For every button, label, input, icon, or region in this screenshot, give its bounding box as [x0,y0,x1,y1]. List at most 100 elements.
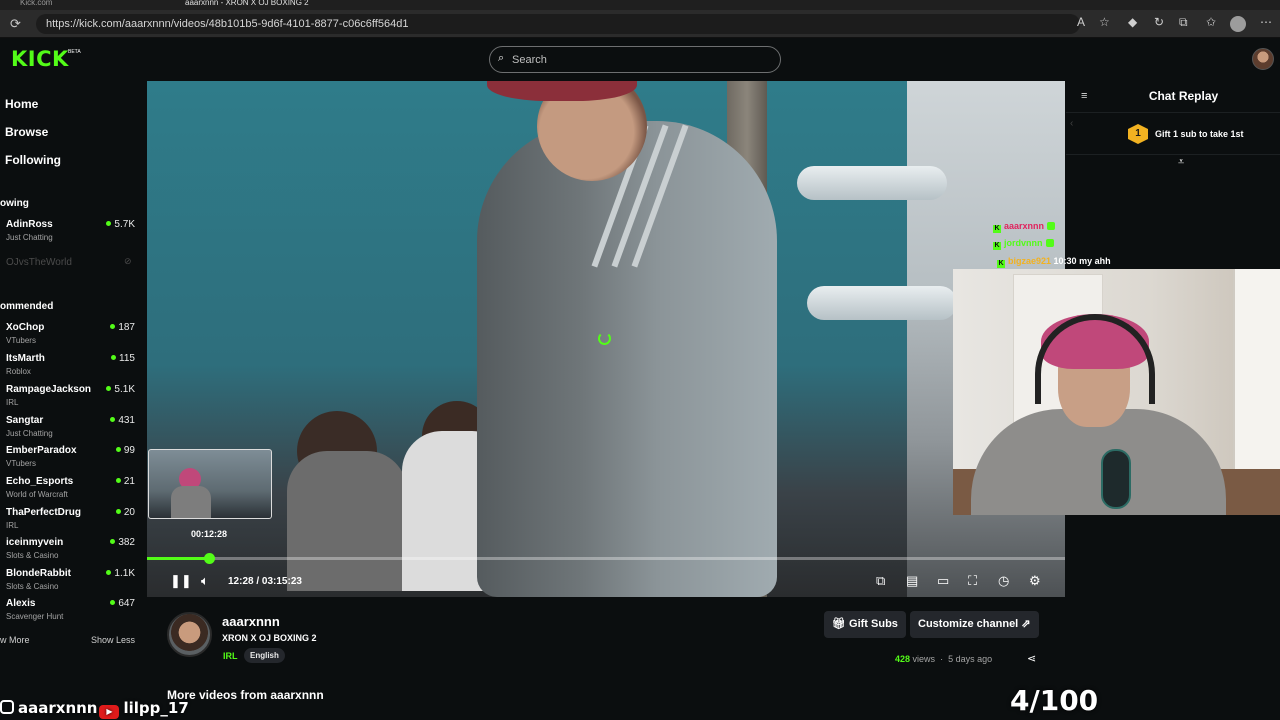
sidebar-channel-name-offline[interactable]: OJvsTheWorld [6,257,72,268]
sidebar-channel-category: Roblox [6,367,31,376]
channel-avatar[interactable] [167,612,212,657]
favorite-star-icon[interactable]: ☆ [1099,15,1110,29]
sidebar-channel-viewers: 187 [95,322,135,333]
sidebar-channel-name[interactable]: ThaPerfectDrug [6,507,81,518]
channel-name[interactable]: aaarxnnn [222,614,280,629]
sub-badge-icon [1045,239,1054,247]
offline-icon: ⊘ [124,256,132,266]
gift-icon: 🎁︎ [832,618,850,630]
user-avatar[interactable] [1252,48,1274,70]
live-dot-icon [110,417,116,422]
sidebar-channel-name[interactable]: Echo_Esports [6,476,73,487]
sidebar-channel-name[interactable]: Sangtar [6,415,43,426]
browser-tab-active[interactable]: aaarxnnn - XRON X OJ BOXING 2 [185,0,315,10]
video-player[interactable] [147,81,1065,597]
playback-speed-icon[interactable]: ◷ [998,573,1009,589]
sidebar-channel-name[interactable]: AdinRoss [6,219,53,230]
volume-icon[interactable]: 🔈︎ [201,573,209,589]
chevron-left-icon[interactable]: ‹ [1070,118,1073,129]
chat-username[interactable]: bigzae921 [1008,256,1051,266]
sidebar-channel-name[interactable]: XoChop [6,322,44,333]
kick-logo[interactable]: KICK [11,47,69,71]
chat-message: Kaaarxnnn [993,221,1056,233]
chat-message: Kjordvnnn [993,238,1054,250]
chat-username[interactable]: jordvnnn [1004,238,1043,248]
extension-icon[interactable]: ◆ [1128,15,1137,29]
theater-mode-icon[interactable]: ▭ [937,573,949,589]
sidebar-channel-category: Scavenger Hunt [6,612,64,621]
sidebar-item-home[interactable]: Home [5,97,38,111]
goal-counter: 4/100 [1010,684,1099,717]
expand-leaderboard-icon[interactable]: ⩡ [1178,156,1184,169]
live-dot-icon [106,221,112,226]
address-bar-url[interactable]: https://kick.com/aaarxnnn/videos/48b101b… [46,18,408,30]
browser-tab[interactable]: Kick.com [20,0,140,10]
more-menu-icon[interactable]: ⋯ [1260,15,1272,29]
webcam-shelf [1233,269,1280,469]
recommended-section-title: ommended [0,301,54,312]
sidebar-channel-name[interactable]: RampageJackson [6,384,91,395]
sidebar-channel-category: VTubers [6,459,36,468]
seek-bar[interactable] [147,557,1065,560]
player-time: 12:28 / 03:15:23 [228,576,302,587]
sidebar-channel-category: VTubers [6,336,36,345]
pause-icon[interactable]: ❚❚ [170,573,192,589]
fullscreen-icon[interactable]: ⛶ [968,573,977,589]
live-dot-icon [110,600,116,605]
sidebar-channel-category: Just Chatting [6,233,53,242]
sidebar-channel-name[interactable]: iceinmyvein [6,537,63,548]
settings-gear-icon[interactable]: ⚙ [1029,573,1041,589]
preview-figure [171,486,211,518]
video-scene-roll [807,286,957,320]
sidebar-channel-name[interactable]: BlondeRabbit [6,568,71,579]
search-icon: ⌕ [498,52,505,64]
video-scene-roll [797,166,947,200]
following-section-title: owing [0,198,29,209]
sidebar-channel-category: Slots & Casino [6,582,59,591]
sidebar-channel-name[interactable]: Alexis [6,598,35,609]
favorites-icon[interactable]: ✩ [1206,15,1216,29]
show-more-link[interactable]: w More [0,635,30,645]
chat-divider [1066,154,1280,155]
sidebar-channel-viewers: 5.7K [95,219,135,230]
chat-divider [1066,112,1280,113]
live-dot-icon [111,355,117,360]
sidebar-channel-viewers: 382 [95,537,135,548]
seek-bar-handle[interactable] [204,553,215,564]
language-tag[interactable]: English [244,648,285,663]
collections-icon[interactable]: ⧉ [1179,15,1188,30]
category-link[interactable]: IRL [223,651,238,661]
show-less-link[interactable]: Show Less [91,635,135,645]
profile-icon[interactable] [1230,16,1246,32]
chat-username[interactable]: aaarxnnn [1004,221,1044,231]
refresh-icon[interactable]: ⟳ [10,16,21,32]
customize-channel-button[interactable]: Customize channel ⇗ [910,611,1039,638]
chat-message: Kbigzae921 10:30 my ahh [997,256,1111,268]
refresh-extension-icon[interactable]: ↻ [1154,15,1164,29]
sidebar-channel-viewers: 99 [95,445,135,456]
share-icon[interactable]: ⋖ [1027,652,1036,665]
more-videos-heading: More videos from aaarxnnn [167,688,324,702]
sidebar-channel-name[interactable]: EmberParadox [6,445,77,456]
gift-subs-button[interactable]: 🎁︎ Gift Subs [824,611,906,638]
collapse-chat-icon[interactable]: ≡ [1081,90,1087,102]
sidebar-channel-name[interactable]: ItsMarth [6,353,45,364]
read-aloud-icon[interactable]: A [1077,15,1085,29]
live-dot-icon [106,570,112,575]
sidebar-channel-viewers: 431 [95,415,135,426]
chat-text: 10:30 my ahh [1053,256,1111,266]
sidebar-channel-category: Just Chatting [6,429,53,438]
youtube-icon: ▶ [99,705,120,719]
sidebar-channel-viewers: 647 [95,598,135,609]
live-dot-icon [110,539,116,544]
gift-leaderboard-text[interactable]: Gift 1 sub to take 1st [1155,129,1244,139]
kick-badge-icon: K [997,260,1005,268]
external-link-icon: ⇗ [1021,618,1031,630]
miniplayer-icon[interactable]: ⧉ [876,573,885,589]
clip-icon[interactable]: ▤ [906,573,918,589]
video-scene-person-main [477,121,777,597]
sidebar-item-following[interactable]: Following [5,153,61,167]
sidebar-item-browse[interactable]: Browse [5,125,48,139]
live-dot-icon [110,324,116,329]
loading-spinner-icon [598,332,611,345]
